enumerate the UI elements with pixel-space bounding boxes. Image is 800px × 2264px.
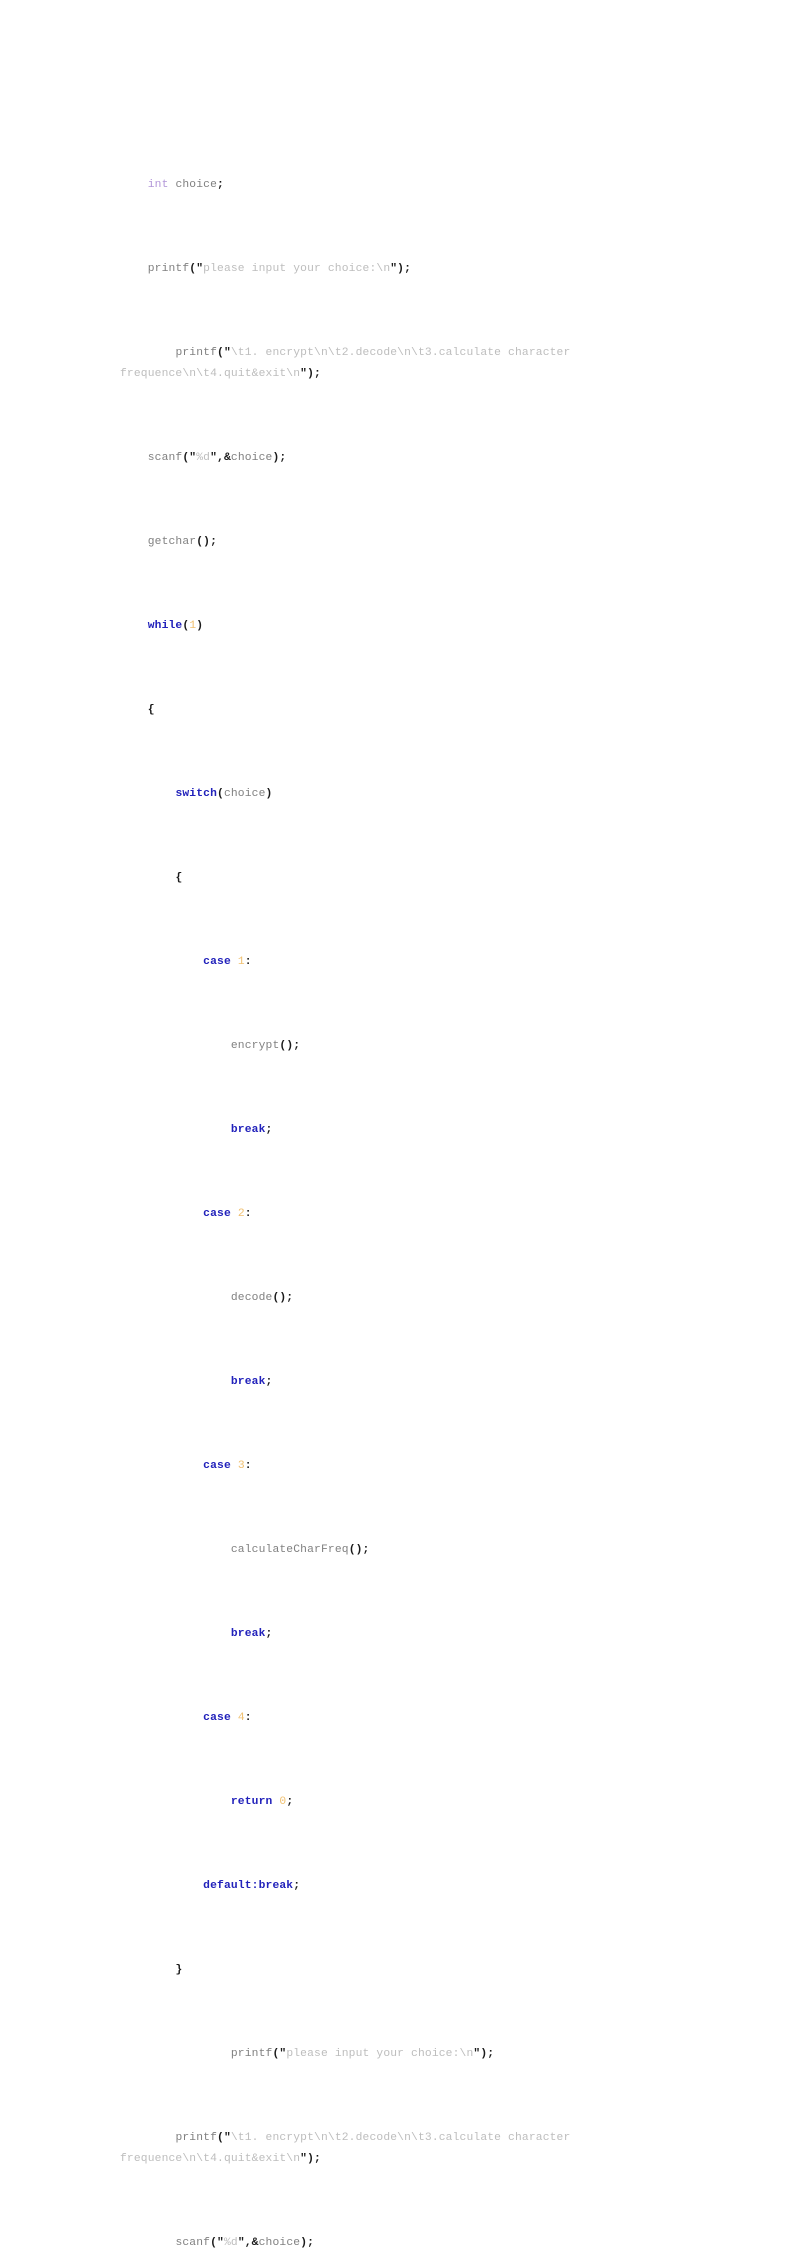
- document-page: int choice; printf("please input your ch…: [0, 0, 800, 2249]
- code-line: }: [175, 1964, 183, 1976]
- code-line: decode();: [230, 1292, 294, 1304]
- code-line: return 0;: [230, 1796, 294, 1808]
- code-line: case 3:: [203, 1460, 252, 1472]
- code-line: encrypt();: [230, 1040, 301, 1052]
- code-line: case 4:: [203, 1712, 252, 1724]
- code-listing: int choice; printf("please input your ch…: [120, 112, 680, 2264]
- code-line: printf("\t1. encrypt\n\t2.decode\n\t3.ca…: [120, 347, 578, 380]
- code-line: int choice;: [147, 179, 224, 191]
- code-line: switch(choice): [175, 788, 273, 800]
- code-line: {: [147, 704, 155, 716]
- code-line: printf("please input your choice:\n");: [147, 263, 412, 275]
- code-line: calculateCharFreq();: [230, 1544, 370, 1556]
- code-line: case 2:: [203, 1208, 252, 1220]
- code-line: break;: [230, 1628, 273, 1640]
- code-line: printf("\t1. encrypt\n\t2.decode\n\t3.ca…: [120, 2132, 578, 2165]
- code-line: {: [175, 872, 183, 884]
- code-line: getchar();: [147, 536, 218, 548]
- code-line: default:break;: [203, 1880, 301, 1892]
- code-line: scanf("%d",&choice);: [175, 2237, 315, 2249]
- code-line: case 1:: [203, 956, 252, 968]
- code-line: break;: [230, 1124, 273, 1136]
- code-line: while(1): [147, 620, 204, 632]
- code-line: scanf("%d",&choice);: [147, 452, 287, 464]
- code-line: break;: [230, 1376, 273, 1388]
- code-line: printf("please input your choice:\n");: [230, 2048, 495, 2060]
